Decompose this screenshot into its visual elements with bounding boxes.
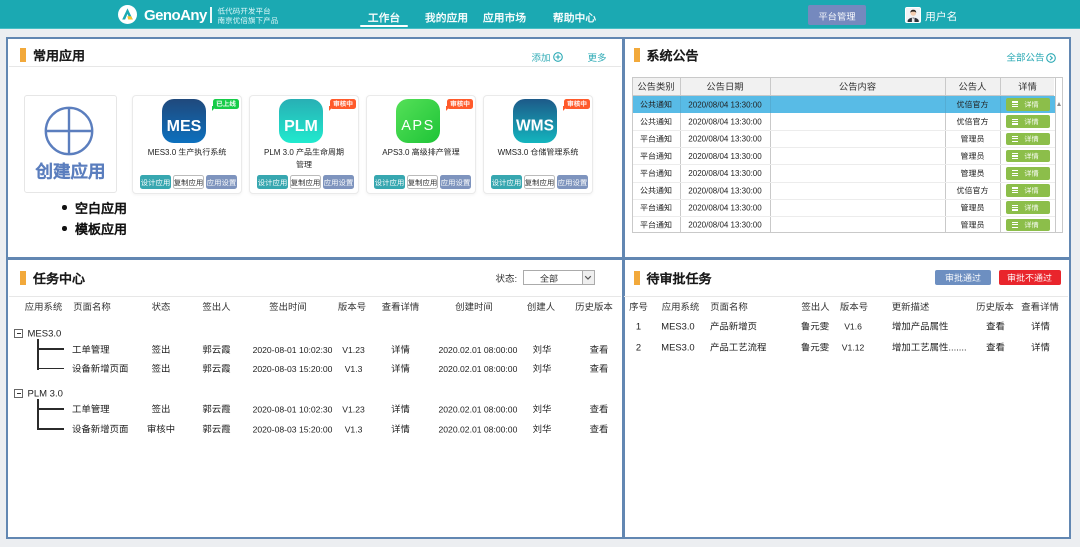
svg-text:2020.02.01 08:00:00: 2020.02.01 08:00:00 — [439, 424, 518, 434]
svg-text:2020/08/04 13:30:00: 2020/08/04 13:30:00 — [688, 100, 762, 109]
svg-text:2020/08/04 13:30:00: 2020/08/04 13:30:00 — [688, 118, 762, 127]
svg-text:2020-08-03 15:20:00: 2020-08-03 15:20:00 — [253, 364, 333, 374]
svg-text:2020/08/04 13:30:00: 2020/08/04 13:30:00 — [688, 152, 762, 161]
svg-text:WMS3.0: WMS3.0 — [498, 148, 529, 157]
svg-text:1: 1 — [636, 321, 641, 332]
svg-text:2: 2 — [636, 342, 641, 353]
svg-text:2020.02.01 08:00:00: 2020.02.01 08:00:00 — [439, 345, 518, 355]
svg-text:2020-08-01 10:02:30: 2020-08-01 10:02:30 — [253, 345, 333, 355]
svg-text:.......: ....... — [948, 342, 966, 353]
svg-text:2020-08-01 10:02:30: 2020-08-01 10:02:30 — [253, 404, 333, 414]
svg-text:V1.23: V1.23 — [342, 345, 365, 355]
svg-text:APS3.0: APS3.0 — [382, 148, 410, 157]
svg-text:2020-08-03 15:20:00: 2020-08-03 15:20:00 — [253, 424, 333, 434]
svg-text:2020.02.01 08:00:00: 2020.02.01 08:00:00 — [439, 404, 518, 414]
svg-text:2020/08/04 13:30:00: 2020/08/04 13:30:00 — [688, 169, 762, 178]
svg-text:V1.23: V1.23 — [342, 404, 365, 414]
svg-text:PLM 3.0: PLM 3.0 — [264, 148, 294, 157]
svg-text:PLM 3.0: PLM 3.0 — [28, 389, 63, 400]
svg-text:MES3.0: MES3.0 — [661, 321, 694, 332]
svg-text:2020.02.01 08:00:00: 2020.02.01 08:00:00 — [439, 364, 518, 374]
svg-text:2020/08/04 13:30:00: 2020/08/04 13:30:00 — [688, 204, 762, 213]
svg-text:MES3.0: MES3.0 — [661, 342, 694, 353]
svg-text::: : — [515, 274, 518, 285]
svg-text:V1.12: V1.12 — [842, 343, 865, 353]
svg-text:2020/08/04 13:30:00: 2020/08/04 13:30:00 — [688, 186, 762, 195]
svg-text:GenoAny: GenoAny — [144, 7, 208, 24]
svg-text:V1.3: V1.3 — [345, 424, 363, 434]
svg-text:2020/08/04 13:30:00: 2020/08/04 13:30:00 — [688, 135, 762, 144]
svg-text:2020/08/04 13:30:00: 2020/08/04 13:30:00 — [688, 221, 762, 230]
svg-text:V1.3: V1.3 — [345, 364, 363, 374]
svg-text:MES3.0: MES3.0 — [28, 329, 62, 340]
svg-text:MES3.0: MES3.0 — [148, 148, 177, 157]
svg-text:V1.6: V1.6 — [844, 322, 862, 332]
